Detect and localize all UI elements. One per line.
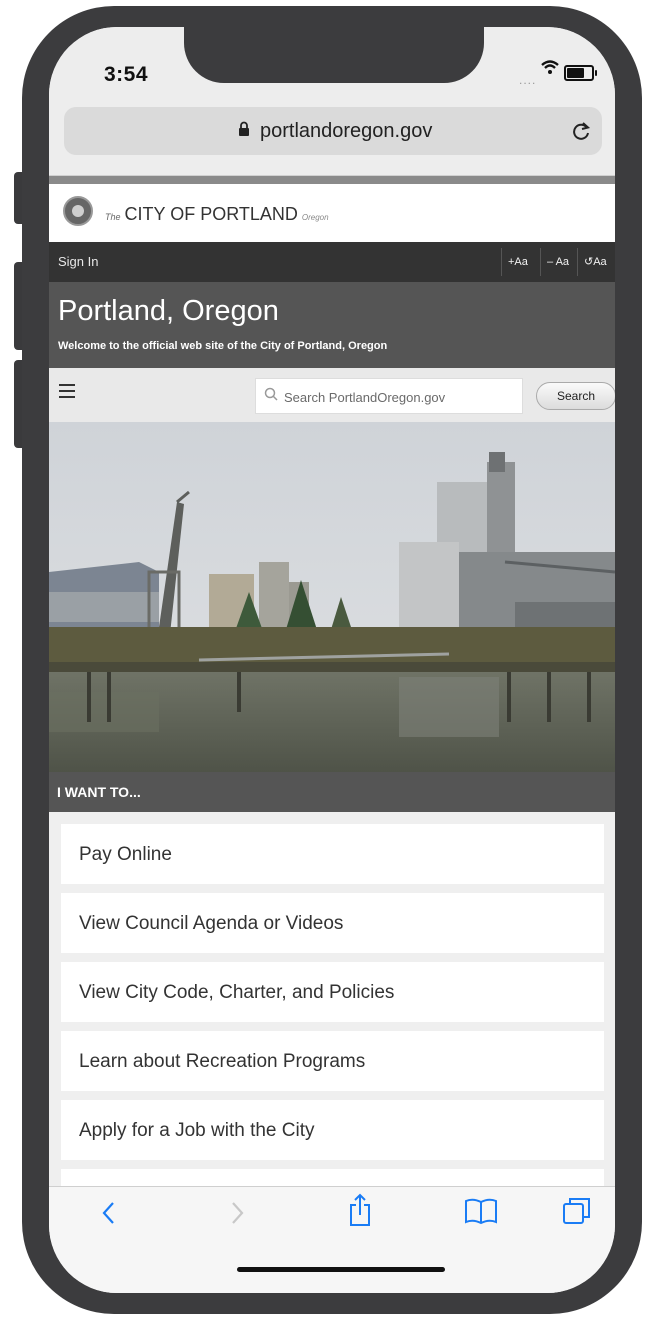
site-logo-bar[interactable]: The CITY OF PORTLAND Oregon — [49, 184, 615, 243]
link-label: View City Code, Charter, and Policies — [79, 982, 395, 1003]
site-tagline: Welcome to the official web site of the … — [58, 340, 388, 352]
browser-address-area: portlandoregon.gov — [49, 97, 615, 176]
tabs-icon[interactable] — [561, 1195, 593, 1227]
link-apply-job[interactable]: Apply for a Job with the City — [61, 1100, 604, 1160]
forward-icon[interactable] — [227, 1199, 247, 1227]
browser-toolbar — [49, 1186, 615, 1293]
site-title[interactable]: Portland, Oregon — [58, 295, 279, 328]
logo-suffix: Oregon — [301, 213, 329, 222]
city-seal-icon — [63, 196, 93, 226]
sign-in-link[interactable]: Sign In — [58, 254, 98, 269]
menu-icon[interactable] — [59, 384, 75, 398]
link-label: Learn about Recreation Programs — [79, 1051, 366, 1072]
search-icon — [264, 387, 278, 401]
link-council-agenda[interactable]: View Council Agenda or Videos — [61, 893, 604, 953]
web-page: The CITY OF PORTLAND Oregon Sign In +Aa – … — [49, 176, 615, 1186]
bookmarks-icon[interactable] — [464, 1197, 498, 1225]
search-input[interactable] — [282, 385, 522, 409]
cellular-signal: .... — [519, 73, 537, 87]
i-want-to-heading: I WANT TO... — [49, 772, 615, 812]
phone-frame: 3:54 .... portlandoregon.gov The CITY OF… — [22, 6, 642, 1314]
site-header: Portland, Oregon Welcome to the official… — [49, 282, 615, 368]
logo-name: CITY OF PORTLAND — [124, 204, 298, 224]
link-pay-online[interactable]: Pay Online — [61, 824, 604, 884]
decrease-text-size-button[interactable]: – Aa — [540, 248, 569, 276]
utility-bar: Sign In +Aa – Aa ↺Aa — [49, 242, 615, 282]
link-label: Pay Online — [79, 844, 172, 865]
link-city-code[interactable]: View City Code, Charter, and Policies — [61, 962, 604, 1022]
search-box — [255, 378, 523, 414]
reset-text-size-button[interactable]: ↺Aa — [577, 248, 607, 276]
logo-prefix: The — [105, 212, 121, 222]
battery-icon — [564, 65, 597, 81]
share-icon[interactable] — [347, 1193, 373, 1227]
reload-icon[interactable] — [570, 119, 592, 143]
lock-icon — [239, 121, 249, 136]
increase-text-size-button[interactable]: +Aa — [501, 248, 528, 276]
link-label: Apply for a Job with the City — [79, 1120, 315, 1141]
link-label: View Council Agenda or Videos — [79, 913, 344, 934]
top-divider — [49, 176, 615, 184]
link-partial[interactable] — [61, 1169, 604, 1186]
address-bar[interactable]: portlandoregon.gov — [64, 107, 602, 155]
url-text: portlandoregon.gov — [260, 120, 433, 142]
home-indicator[interactable] — [237, 1267, 445, 1272]
phone-screen: 3:54 .... portlandoregon.gov The CITY OF… — [49, 27, 615, 1293]
hero-image — [49, 422, 615, 772]
i-want-to-list: Pay Online View Council Agenda or Videos… — [49, 812, 615, 1186]
status-time: 3:54 — [104, 63, 149, 86]
notch — [184, 27, 484, 83]
back-icon[interactable] — [99, 1199, 119, 1227]
site-logo[interactable]: The CITY OF PORTLAND Oregon — [105, 204, 329, 225]
link-recreation-programs[interactable]: Learn about Recreation Programs — [61, 1031, 604, 1091]
wifi-icon — [541, 60, 559, 74]
search-bar: Search — [49, 368, 615, 422]
search-button[interactable]: Search — [536, 382, 615, 410]
i-want-to-label: I WANT TO... — [57, 784, 141, 800]
